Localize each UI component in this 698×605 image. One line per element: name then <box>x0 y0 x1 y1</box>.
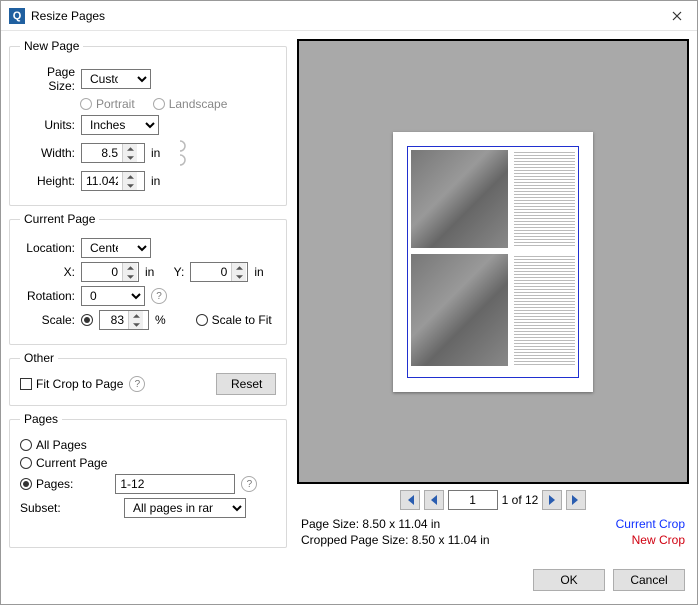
new-page-group: New Page Page Size: Custom Portrait Land… <box>9 39 287 206</box>
close-button[interactable] <box>657 1 697 31</box>
height-label: Height: <box>20 174 75 188</box>
x-spinner[interactable] <box>81 262 139 282</box>
link-icon[interactable] <box>174 139 186 167</box>
location-select[interactable]: Center <box>81 238 151 258</box>
text-column <box>514 254 575 366</box>
other-legend: Other <box>20 351 58 365</box>
fit-crop-checkbox[interactable]: Fit Crop to Page <box>20 377 123 391</box>
first-page-button[interactable] <box>400 490 420 510</box>
portrait-radio: Portrait <box>80 97 135 111</box>
preview-page <box>393 132 593 392</box>
page-size-label: Page Size: <box>20 65 75 93</box>
pages-range-input[interactable] <box>115 474 235 494</box>
ok-button[interactable]: OK <box>533 569 605 591</box>
x-input[interactable] <box>82 263 122 281</box>
width-label: Width: <box>20 146 75 160</box>
width-down[interactable] <box>123 153 137 162</box>
scale-input[interactable] <box>100 311 128 329</box>
subset-select[interactable]: All pages in range <box>124 498 246 518</box>
landscape-radio: Landscape <box>153 97 228 111</box>
height-up[interactable] <box>123 172 137 181</box>
titlebar: Q Resize Pages <box>1 1 697 31</box>
cropped-size-label: Cropped Page Size: <box>301 533 408 547</box>
width-input[interactable] <box>82 144 122 162</box>
current-page-group: Current Page Location: Center X: in Y: <box>9 212 287 345</box>
height-input[interactable] <box>82 172 122 190</box>
prev-page-button[interactable] <box>424 490 444 510</box>
reset-button[interactable]: Reset <box>216 373 276 395</box>
rotation-select[interactable]: 0 <box>81 286 145 306</box>
page-size-select[interactable]: Custom <box>81 69 151 89</box>
scale-to-fit-radio[interactable]: Scale to Fit <box>196 313 272 327</box>
pages-group: Pages All Pages Current Page Pages: ? Su… <box>9 412 287 548</box>
scale-label: Scale: <box>20 313 75 327</box>
height-unit: in <box>151 174 160 188</box>
current-crop-label: Current Crop <box>616 517 685 531</box>
page-of-text: 1 of 12 <box>502 493 539 507</box>
width-up[interactable] <box>123 144 137 153</box>
units-label: Units: <box>20 118 75 132</box>
resize-pages-dialog: Q Resize Pages New Page Page Size: Custo… <box>0 0 698 605</box>
page-number-input[interactable] <box>448 490 498 510</box>
pages-range-radio[interactable]: Pages: <box>20 477 73 491</box>
pages-help-icon[interactable]: ? <box>241 476 257 492</box>
y-spinner[interactable] <box>190 262 248 282</box>
page-nav: 1 of 12 <box>297 484 689 516</box>
all-pages-radio[interactable]: All Pages <box>20 438 87 452</box>
other-group: Other Fit Crop to Page ? Reset <box>9 351 287 406</box>
rotation-label: Rotation: <box>20 289 75 303</box>
new-page-legend: New Page <box>20 39 83 53</box>
page-size-label: Page Size: <box>301 517 359 531</box>
cropped-size-value: 8.50 x 11.04 in <box>412 533 490 547</box>
location-label: Location: <box>20 241 75 255</box>
cancel-button[interactable]: Cancel <box>613 569 685 591</box>
current-page-radio[interactable]: Current Page <box>20 456 107 470</box>
page-size-value: 8.50 x 11.04 in <box>362 517 440 531</box>
app-icon: Q <box>9 8 25 24</box>
scale-spinner[interactable] <box>99 310 149 330</box>
y-label: Y: <box>160 265 184 279</box>
x-label: X: <box>20 265 75 279</box>
illustration <box>411 254 508 366</box>
subset-label: Subset: <box>20 501 70 515</box>
preview-area <box>297 39 689 484</box>
height-down[interactable] <box>123 181 137 190</box>
width-unit: in <box>151 146 160 160</box>
fit-crop-help-icon[interactable]: ? <box>129 376 145 392</box>
window-title: Resize Pages <box>31 9 657 23</box>
height-spinner[interactable] <box>81 171 145 191</box>
width-spinner[interactable] <box>81 143 145 163</box>
new-crop-label: New Crop <box>632 533 685 547</box>
pages-legend: Pages <box>20 412 62 426</box>
text-column <box>514 150 575 249</box>
last-page-button[interactable] <box>566 490 586 510</box>
current-page-legend: Current Page <box>20 212 99 226</box>
illustration <box>411 150 508 249</box>
y-input[interactable] <box>191 263 231 281</box>
scale-radio[interactable] <box>81 314 93 326</box>
units-select[interactable]: Inches <box>81 115 159 135</box>
dialog-footer: OK Cancel <box>1 556 697 604</box>
rotation-help-icon[interactable]: ? <box>151 288 167 304</box>
next-page-button[interactable] <box>542 490 562 510</box>
